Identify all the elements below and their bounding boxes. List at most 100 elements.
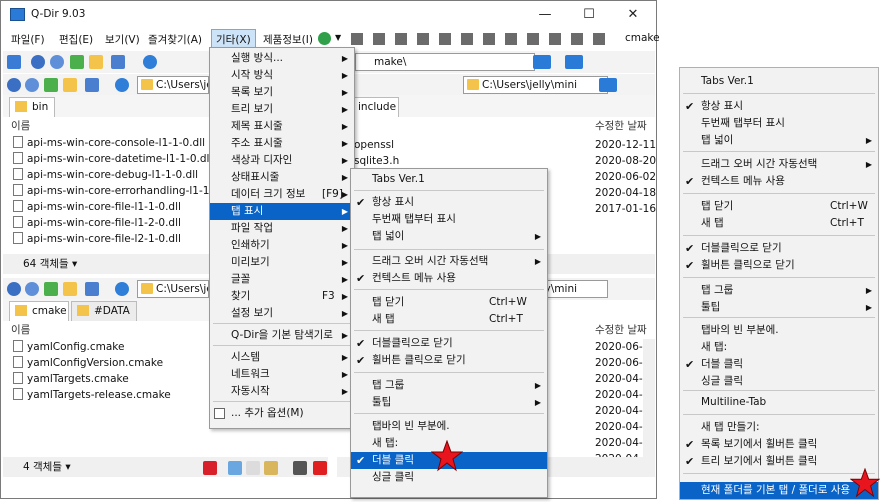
list-item[interactable]: api-ms-win-core-file-l2-1-0.dll — [13, 231, 181, 247]
menu-item[interactable]: 시스템 ▶ — [210, 349, 354, 366]
menu-item[interactable]: 트리 보기 ▶ — [210, 101, 354, 118]
folder-icon-2[interactable] — [63, 78, 77, 92]
edit-icon[interactable] — [293, 461, 307, 475]
copy-icon[interactable] — [246, 461, 260, 475]
folder-icon[interactable] — [89, 55, 103, 69]
menu-item[interactable]: 파일 작업 ▶ — [210, 220, 354, 237]
back-icon[interactable] — [31, 55, 45, 69]
list-item[interactable]: api-ms-win-core-file-l1-2-0.dll — [13, 215, 181, 231]
menu-item[interactable]: Q-Dir을 기본 탐색기로 ▶ — [210, 327, 354, 344]
menu-item[interactable]: 툴팁 ▶ — [351, 394, 547, 411]
globe-icon[interactable] — [318, 32, 331, 45]
menu-extra[interactable]: 기타(X) — [211, 29, 256, 48]
menu-about[interactable]: 제품정보(I) — [263, 32, 313, 47]
refresh-icon-3[interactable] — [115, 282, 129, 296]
menu-item[interactable]: ✔ 휠버튼 클릭으로 닫기 — [680, 257, 878, 274]
panel-icon[interactable] — [7, 55, 21, 69]
address-top-right[interactable]: C:\Users\jelly\mini — [463, 76, 608, 94]
menu-item[interactable]: ✔ 더블클릭으로 닫기 — [351, 335, 547, 352]
tab-cmake[interactable]: cmake — [9, 301, 69, 321]
menu-file[interactable]: 파일(F) — [11, 32, 45, 47]
menu-item[interactable]: Multiline-Tab — [680, 394, 878, 411]
menu-item[interactable]: 새 탭 만들기: — [680, 419, 878, 436]
menu-item[interactable]: 탭 표시 ▶ — [210, 203, 354, 220]
monitor-icon-2[interactable] — [565, 55, 583, 69]
refresh-icon-2[interactable] — [115, 78, 129, 92]
column-name-header-2[interactable]: 이름 — [11, 321, 30, 339]
list-item[interactable]: sqlite3.h — [354, 153, 399, 169]
monitor-icon[interactable] — [533, 55, 551, 69]
menu-item[interactable]: Tabs Ver.1 — [680, 73, 878, 90]
menu-item[interactable]: 툴팁 ▶ — [680, 299, 878, 316]
list-item[interactable]: api-ms-win-core-file-l1-1-0.dll — [13, 199, 181, 215]
up-icon[interactable] — [70, 55, 84, 69]
menu-item[interactable]: 색상과 디자인 ▶ — [210, 152, 354, 169]
address-top-right-upper[interactable]: make\ — [355, 53, 535, 71]
list-item[interactable]: yamlConfigVersion.cmake — [13, 355, 163, 371]
scrollbar-bottom-right[interactable] — [643, 339, 655, 457]
view-icon[interactable] — [111, 55, 125, 69]
list-item[interactable]: openssl — [354, 137, 394, 153]
up-icon-3[interactable] — [44, 282, 58, 296]
list-item[interactable]: yamlTargets-release.cmake — [13, 387, 171, 403]
address-top-left[interactable]: C:\Users\je — [137, 76, 209, 94]
menu-edit[interactable]: 편집(E) — [59, 32, 93, 47]
menu-item[interactable]: 네트워크 ▶ — [210, 366, 354, 383]
list-item[interactable]: api-ms-win-core-console-l1-1-0.dll — [13, 135, 205, 151]
menu-item[interactable]: 시작 방식 ▶ — [210, 67, 354, 84]
menu-item[interactable]: 탭 넓이 ▶ — [680, 132, 878, 149]
menu-item[interactable]: 새 탭 Ctrl+T — [680, 215, 878, 232]
list-item[interactable]: api-ms-win-core-debug-l1-1-0.dll — [13, 167, 198, 183]
menu-item[interactable]: Tabs Ver.1 — [351, 171, 547, 188]
menu-item[interactable]: 탭 닫기 Ctrl+W — [680, 198, 878, 215]
up-icon-2[interactable] — [44, 78, 58, 92]
red-box-icon[interactable] — [313, 461, 327, 475]
menu-item[interactable]: 미리보기 ▶ — [210, 254, 354, 271]
monitor-icon-3[interactable] — [599, 78, 617, 92]
menu-item[interactable]: 설정 보기 ▶ — [210, 305, 354, 322]
menu-item[interactable]: ✔ 컨텍스트 메뉴 사용 — [680, 173, 878, 190]
refresh-icon[interactable] — [143, 55, 157, 69]
menu-item[interactable]: ✔ 목록 보기에서 휠버튼 클릭 — [680, 436, 878, 453]
menu-item[interactable]: 드래그 오버 시간 자동선택 ▶ — [351, 253, 547, 270]
menu-item[interactable]: 목록 보기 ▶ — [210, 84, 354, 101]
paste-icon[interactable] — [264, 461, 278, 475]
cut-icon[interactable] — [228, 461, 242, 475]
menu-item[interactable]: ✔ 휠버튼 클릭으로 닫기 — [351, 352, 547, 369]
view-icon-3[interactable] — [85, 282, 99, 296]
dropdown-icon[interactable]: ▼ — [335, 33, 341, 42]
menu-item[interactable]: 탭바의 빈 부분에. — [351, 418, 547, 435]
list-item[interactable]: api-ms-win-core-datetime-l1-1-0.dll — [13, 151, 212, 167]
tab-include[interactable]: include — [349, 97, 399, 117]
forward-icon-3[interactable] — [25, 282, 39, 296]
menu-item[interactable]: 탭바의 빈 부분에. — [680, 322, 878, 339]
menu-item[interactable]: 싱글 클릭 — [680, 373, 878, 390]
menu-item[interactable]: 글꼴 ▶ — [210, 271, 354, 288]
menu-item[interactable]: 탭 닫기 Ctrl+W — [351, 294, 547, 311]
column-name-header[interactable]: 이름 — [11, 117, 30, 135]
list-item[interactable]: yamlTargets.cmake — [13, 371, 129, 387]
menu-item[interactable]: 상태표시줄 ▶ — [210, 169, 354, 186]
list-item[interactable]: api-ms-win-core-errorhandling-l1-1-0.dll — [13, 183, 236, 199]
view-icon-2[interactable] — [85, 78, 99, 92]
menu-item[interactable]: 실행 방식... ▶ — [210, 50, 354, 67]
menu-item[interactable]: 찾기 F3 ▶ — [210, 288, 354, 305]
menu-item[interactable]: 탭 그룹 ▶ — [351, 377, 547, 394]
forward-icon[interactable] — [50, 55, 64, 69]
menu-item[interactable]: ✔ 컨텍스트 메뉴 사용 — [351, 270, 547, 287]
object-count-2[interactable]: 4 객체들 ▾ — [23, 457, 71, 477]
menu-item[interactable]: 인쇄하기 ▶ — [210, 237, 354, 254]
menu-item[interactable]: ✔ 항상 표시 — [351, 194, 547, 211]
menu-item[interactable]: 탭 그룹 ▶ — [680, 282, 878, 299]
back-icon-3[interactable] — [7, 282, 21, 296]
menu-item[interactable]: ✔ 더블클릭으로 닫기 — [680, 240, 878, 257]
menu-item[interactable]: ✔ 트리 보기에서 휠버튼 클릭 — [680, 453, 878, 470]
menu-item[interactable]: 자동시작 ▶ — [210, 383, 354, 400]
address-bottom-left[interactable]: C:\Users\je — [137, 280, 209, 298]
forward-icon-2[interactable] — [25, 78, 39, 92]
menu-item[interactable]: 현재 폴더를 기본 탭 / 폴더로 사용 — [680, 482, 878, 499]
menu-item[interactable]: 새 탭: — [680, 339, 878, 356]
menu-item[interactable]: 새 탭 Ctrl+T — [351, 311, 547, 328]
menu-item[interactable]: ✔ 항상 표시 — [680, 98, 878, 115]
maximize-button[interactable]: ☐ — [567, 1, 611, 29]
